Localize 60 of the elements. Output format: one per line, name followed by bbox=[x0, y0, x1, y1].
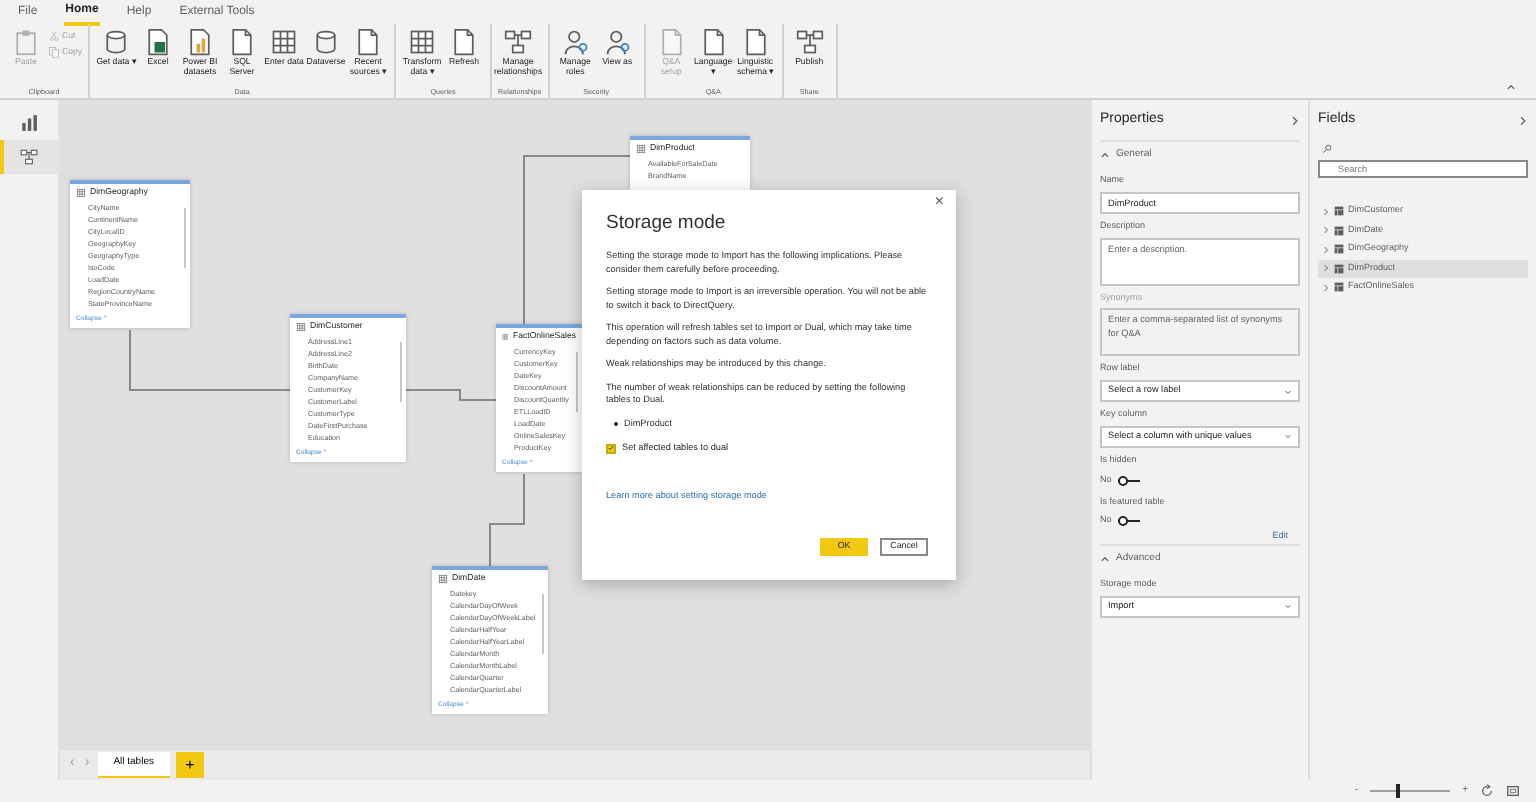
view-button[interactable] bbox=[0, 140, 60, 174]
table-icon bbox=[1334, 263, 1344, 274]
toggle-switch[interactable] bbox=[1117, 475, 1140, 485]
search-icon bbox=[1322, 144, 1332, 154]
document-icon bbox=[228, 28, 257, 56]
chevron-icon bbox=[1322, 226, 1330, 235]
diagram-icon bbox=[795, 28, 824, 56]
chevron-icon bbox=[1322, 245, 1330, 254]
diagram-icon bbox=[20, 148, 38, 166]
chevron-icon bbox=[1322, 207, 1330, 216]
scrollbar bbox=[400, 342, 402, 402]
scrollbar bbox=[542, 594, 544, 654]
table-icon bbox=[636, 144, 646, 154]
close-button[interactable]: × bbox=[934, 194, 944, 210]
check-icon bbox=[608, 444, 614, 453]
copy-icon bbox=[48, 46, 60, 58]
document-icon bbox=[354, 28, 383, 56]
bar-chart-icon bbox=[20, 114, 38, 132]
table-icon bbox=[270, 28, 299, 56]
database-icon bbox=[102, 28, 131, 56]
scrollbar bbox=[184, 208, 186, 268]
fit-screen-icon[interactable] bbox=[1506, 784, 1520, 798]
caret-icon[interactable] bbox=[1100, 554, 1110, 564]
spreadsheet-icon bbox=[144, 28, 173, 56]
toggle-switch[interactable] bbox=[1117, 516, 1140, 527]
person-icon bbox=[561, 28, 590, 56]
caret-icon[interactable] bbox=[1100, 150, 1110, 160]
table-icon bbox=[438, 574, 448, 584]
relationship-line bbox=[489, 473, 525, 567]
scissors-icon bbox=[48, 30, 60, 42]
table-icon bbox=[502, 332, 509, 342]
dataset-icon bbox=[186, 28, 215, 56]
table-icon bbox=[1334, 206, 1344, 217]
table-icon bbox=[76, 188, 86, 198]
relationship-line bbox=[405, 389, 497, 401]
add-page-button[interactable]: + bbox=[175, 752, 204, 778]
chevron-icon bbox=[1322, 283, 1330, 292]
database-icon bbox=[312, 28, 341, 56]
dialog-title: Storage mode bbox=[606, 210, 728, 238]
table-icon bbox=[1334, 244, 1344, 255]
slider-thumb[interactable] bbox=[1396, 784, 1401, 798]
chevron-icon bbox=[1322, 264, 1330, 273]
person-icon bbox=[603, 28, 632, 56]
checkbox[interactable] bbox=[606, 443, 616, 454]
document-icon bbox=[741, 28, 770, 56]
table-icon bbox=[296, 322, 306, 332]
reset-icon[interactable] bbox=[1480, 784, 1494, 798]
caret-icon bbox=[1284, 387, 1292, 395]
table-icon bbox=[408, 28, 437, 56]
chevron-icon[interactable] bbox=[1518, 115, 1528, 125]
table-icon bbox=[1334, 225, 1344, 236]
document-icon bbox=[657, 28, 686, 56]
clipboard-icon bbox=[12, 28, 40, 56]
chevron-icon[interactable] bbox=[1290, 115, 1300, 125]
document-icon bbox=[699, 28, 728, 56]
scrollbar bbox=[576, 352, 578, 412]
table-icon bbox=[1334, 282, 1344, 293]
collapse-icon[interactable] bbox=[1506, 82, 1516, 92]
diagram-icon bbox=[504, 28, 533, 56]
document-icon bbox=[450, 28, 479, 56]
